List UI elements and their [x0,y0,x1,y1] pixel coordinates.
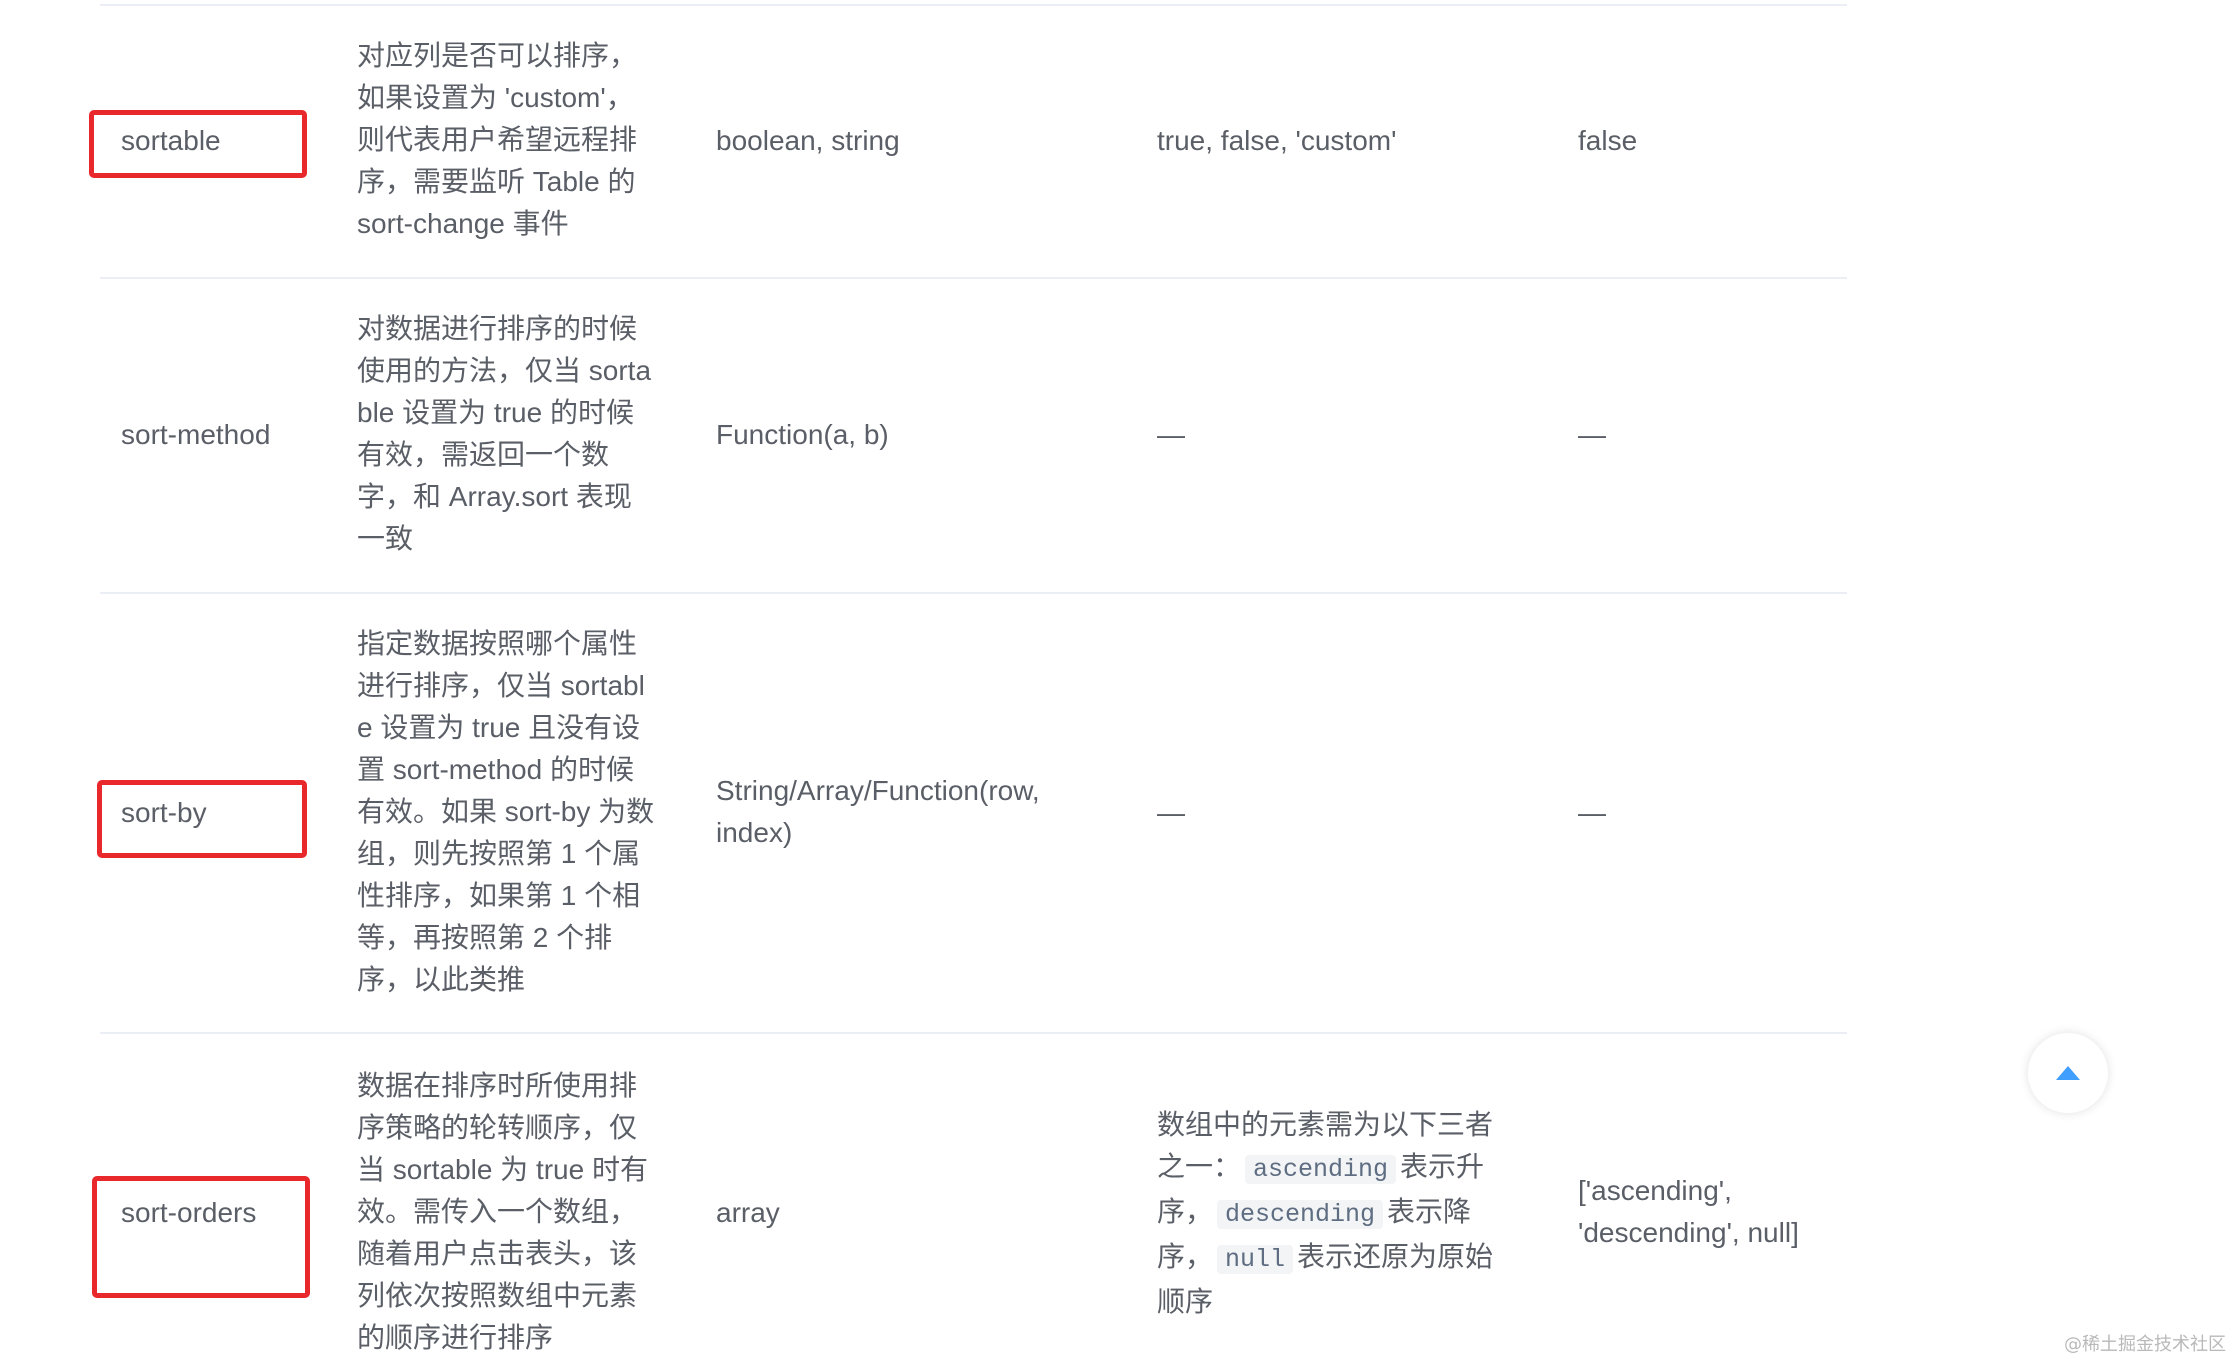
back-to-top-button[interactable] [2028,1033,2108,1113]
param-default: — [1578,797,1606,828]
param-description: 对应列是否可以排序，如果设置为 'custom'，则代表用户希望远程排序，需要监… [357,40,638,239]
param-name: sort-method [121,419,271,450]
param-type: boolean, string [716,125,900,156]
caret-up-icon [2056,1066,2080,1080]
watermark: @稀土掘金技术社区 [2064,1334,2226,1355]
param-accepted-values: — [1157,797,1185,828]
code-ascending: ascending [1245,1155,1397,1184]
row-divider [100,592,1847,594]
row-divider [100,1032,1847,1034]
param-description: 对数据进行排序的时候使用的方法，仅当 sortable 设置为 true 的时候… [357,313,652,554]
code-null: null [1217,1245,1294,1274]
param-type: String/Array/Function(row, index) [716,775,1040,848]
row-divider [100,277,1847,279]
param-accepted-values: 数组中的元素需为以下三者之一： ascending 表示升序， descending 表… [1157,1104,1497,1323]
code-descending: descending [1217,1200,1384,1229]
highlight-box-sort-orders [92,1176,310,1298]
param-default: false [1578,125,1638,156]
param-type: Function(a, b) [716,419,889,450]
param-type: array [716,1197,780,1228]
param-accepted-values: — [1157,419,1185,450]
highlight-box-sort-by [97,780,307,858]
row-divider [100,4,1847,6]
param-description: 指定数据按照哪个属性进行排序，仅当 sortable 设置为 true 且没有设… [357,628,655,995]
param-default: ['ascending', 'descending', null] [1578,1175,1799,1248]
param-accepted-values: true, false, 'custom' [1157,125,1397,156]
param-default: — [1578,419,1606,450]
highlight-box-sortable [89,110,307,178]
param-description: 数据在排序时所使用排序策略的轮转顺序，仅当 sortable 为 true 时有… [357,1070,648,1353]
